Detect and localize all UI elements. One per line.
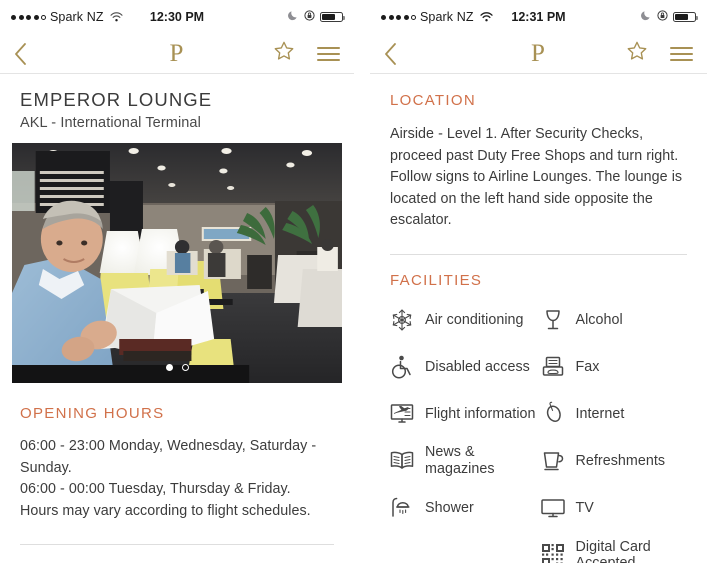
navigation-bar: P bbox=[0, 34, 354, 74]
navigation-actions bbox=[626, 40, 693, 67]
shower-head-icon bbox=[388, 494, 416, 522]
fax-machine-icon bbox=[539, 353, 567, 381]
television-icon bbox=[539, 494, 567, 522]
carousel-dots[interactable] bbox=[12, 364, 342, 371]
carrier-label: Spark NZ bbox=[50, 10, 104, 24]
snowflake-icon bbox=[388, 306, 416, 334]
lounge-photo bbox=[12, 143, 342, 383]
right-content: LOCATION Airside - Level 1. After Securi… bbox=[370, 74, 707, 563]
wheelchair-icon bbox=[388, 353, 416, 381]
facility-tv: TV bbox=[539, 485, 690, 532]
wifi-icon bbox=[110, 12, 123, 22]
open-book-icon bbox=[388, 447, 416, 475]
facility-label: Digital Card Accepted bbox=[575, 538, 651, 563]
facility-label: Fax bbox=[575, 358, 600, 375]
hamburger-menu-icon[interactable] bbox=[317, 46, 340, 61]
facility-label: News & magazines bbox=[425, 444, 495, 477]
facilities-heading: FACILITIES bbox=[390, 271, 483, 289]
star-outline-icon[interactable] bbox=[273, 40, 295, 67]
status-bar: Spark NZ 12:31 PM bbox=[370, 0, 707, 34]
facility-label: Air conditioning bbox=[425, 311, 524, 328]
back-button[interactable] bbox=[384, 42, 397, 65]
facility-label: Refreshments bbox=[575, 452, 666, 469]
coffee-cup-icon bbox=[539, 447, 567, 475]
rotation-lock-icon bbox=[304, 10, 315, 24]
flight-information-screen-icon bbox=[388, 400, 416, 428]
back-button[interactable] bbox=[14, 42, 27, 65]
facility-label: TV bbox=[575, 499, 594, 516]
rotation-lock-icon bbox=[657, 10, 668, 24]
location-text: Airside - Level 1. After Security Checks… bbox=[390, 126, 683, 228]
battery-icon bbox=[673, 12, 698, 22]
left-phone-screen: Spark NZ 12:30 PM P EMPEROR LOUNGE AKL -… bbox=[0, 0, 354, 563]
facility-news-magazines: News & magazines bbox=[388, 438, 539, 485]
facility-disabled-access: Disabled access bbox=[388, 344, 539, 391]
location-heading: LOCATION bbox=[390, 92, 476, 109]
panel-gap bbox=[354, 0, 370, 563]
opening-hours-line-2: 06:00 - 00:00 Tuesday, Thursday & Friday… bbox=[20, 481, 291, 497]
facility-air-conditioning: Air conditioning bbox=[388, 297, 539, 344]
status-bar-right bbox=[288, 10, 345, 24]
status-bar-right bbox=[641, 10, 698, 24]
dual-phone-screenshot: Spark NZ 12:30 PM P EMPEROR LOUNGE AKL -… bbox=[0, 0, 707, 563]
facility-digital-card: Digital Card Accepted bbox=[539, 532, 690, 563]
moon-icon bbox=[641, 10, 652, 24]
carousel-dot[interactable] bbox=[181, 364, 189, 371]
facilities-grid: Air conditioning Alcohol Disabled access… bbox=[370, 289, 707, 563]
hamburger-menu-icon[interactable] bbox=[670, 46, 693, 61]
battery-icon bbox=[320, 12, 345, 22]
status-bar-left: Spark NZ bbox=[11, 10, 123, 24]
navigation-actions bbox=[273, 40, 340, 67]
right-phone-screen: Spark NZ 12:31 PM P LOCATION Airside - L… bbox=[370, 0, 707, 563]
star-outline-icon[interactable] bbox=[626, 40, 648, 67]
facility-flight-information: Flight information bbox=[388, 391, 539, 438]
facility-label: Alcohol bbox=[575, 311, 623, 328]
signal-strength-dots bbox=[381, 14, 416, 20]
facility-label: Internet bbox=[575, 405, 625, 422]
facility-label: Disabled access bbox=[425, 358, 530, 375]
facility-shower: Shower bbox=[388, 485, 539, 532]
page-title: EMPEROR LOUNGE bbox=[20, 89, 213, 110]
opening-hours-line-3: Hours may vary according to flight sched… bbox=[20, 502, 311, 519]
page-subtitle: AKL - International Terminal bbox=[20, 115, 201, 131]
facility-refreshments: Refreshments bbox=[539, 438, 690, 485]
facility-label: Flight information bbox=[425, 405, 536, 422]
signal-strength-dots bbox=[11, 14, 46, 20]
status-bar: Spark NZ 12:30 PM bbox=[0, 0, 354, 34]
carrier-label: Spark NZ bbox=[420, 10, 474, 24]
moon-icon bbox=[288, 10, 299, 24]
facility-alcohol: Alcohol bbox=[539, 297, 690, 344]
opening-hours-heading: OPENING HOURS bbox=[20, 405, 165, 422]
wifi-icon bbox=[479, 12, 493, 22]
navigation-bar: P bbox=[370, 34, 707, 74]
status-bar-left: Spark NZ bbox=[381, 10, 493, 24]
qr-code-icon bbox=[539, 541, 567, 563]
opening-hours-line-1: 06:00 - 23:00 Monday, Wednesday, Saturda… bbox=[20, 438, 317, 476]
section-divider bbox=[20, 544, 334, 545]
image-carousel[interactable] bbox=[12, 143, 342, 383]
computer-mouse-icon bbox=[539, 400, 567, 428]
facility-fax: Fax bbox=[539, 344, 690, 391]
facility-label: Shower bbox=[425, 499, 474, 516]
left-content: EMPEROR LOUNGE AKL - International Termi… bbox=[0, 74, 354, 545]
facility-internet: Internet bbox=[539, 391, 690, 438]
wine-glass-icon bbox=[539, 306, 567, 334]
carousel-dot-active[interactable] bbox=[165, 364, 173, 371]
